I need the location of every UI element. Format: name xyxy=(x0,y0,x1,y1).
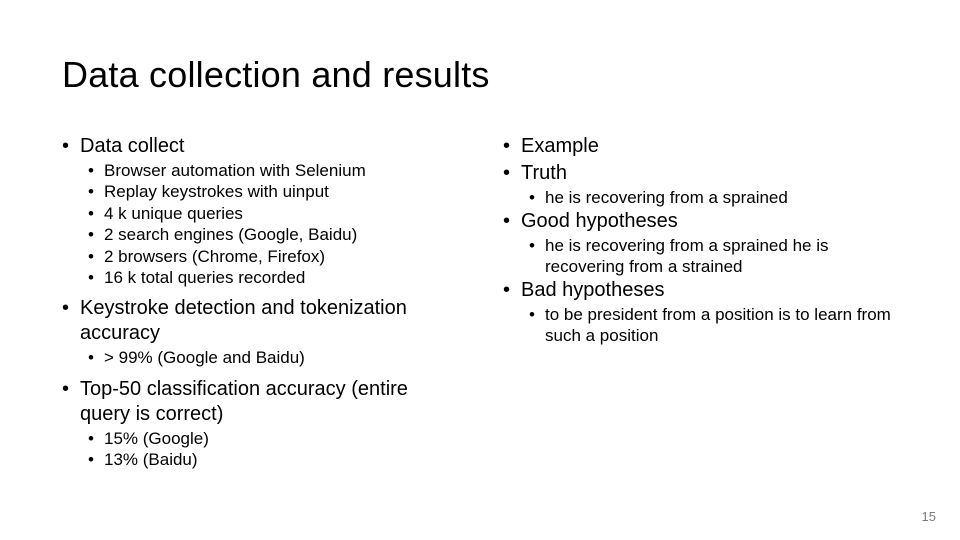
bullet-icon: • xyxy=(62,377,80,427)
list-item: •he is recovering from a sprained he is … xyxy=(529,236,898,277)
bullet-icon: • xyxy=(88,204,104,224)
heading-item: • Top-50 classification accuracy (entire… xyxy=(62,377,457,427)
bullet-icon: • xyxy=(88,450,104,470)
list-text: 2 search engines (Google, Baidu) xyxy=(104,225,457,245)
section-keystroke-accuracy: • Keystroke detection and tokenization a… xyxy=(62,296,457,368)
bullet-icon: • xyxy=(88,429,104,449)
bullet-icon: • xyxy=(88,348,104,368)
heading-item: • Data collect xyxy=(62,134,457,159)
list-text: 16 k total queries recorded xyxy=(104,268,457,288)
section-truth: • Truth •he is recovering from a spraine… xyxy=(503,161,898,208)
list-text: he is recovering from a sprained he is r… xyxy=(545,236,898,277)
right-column: • Example • Truth •he is recovering from… xyxy=(503,134,898,479)
heading-text: Bad hypotheses xyxy=(521,278,898,303)
list-text: 2 browsers (Chrome, Firefox) xyxy=(104,247,457,267)
bullet-icon: • xyxy=(88,268,104,288)
list-item: • > 99% (Google and Baidu) xyxy=(88,348,457,368)
section-bad-hypotheses: • Bad hypotheses •to be president from a… xyxy=(503,278,898,346)
heading-item: • Keystroke detection and tokenization a… xyxy=(62,296,457,346)
list-item: •4 k unique queries xyxy=(88,204,457,224)
list-item: •16 k total queries recorded xyxy=(88,268,457,288)
bullet-icon: • xyxy=(529,188,545,208)
section-data-collect: • Data collect •Browser automation with … xyxy=(62,134,457,288)
list-text: he is recovering from a sprained xyxy=(545,188,898,208)
bullet-icon: • xyxy=(503,161,521,186)
list-text: 13% (Baidu) xyxy=(104,450,457,470)
heading-text: Good hypotheses xyxy=(521,209,898,234)
page-number: 15 xyxy=(922,509,936,524)
list-text: 4 k unique queries xyxy=(104,204,457,224)
list-item: •13% (Baidu) xyxy=(88,450,457,470)
bullet-icon: • xyxy=(88,182,104,202)
heading-text: Data collect xyxy=(80,134,457,159)
heading-text: Truth xyxy=(521,161,898,186)
bullet-icon: • xyxy=(503,209,521,234)
bullet-icon: • xyxy=(62,296,80,346)
bullet-icon: • xyxy=(88,247,104,267)
left-column: • Data collect •Browser automation with … xyxy=(62,134,457,479)
list-text: > 99% (Google and Baidu) xyxy=(104,348,457,368)
bullet-icon: • xyxy=(503,278,521,303)
list-text: Browser automation with Selenium xyxy=(104,161,457,181)
list-item: •Replay keystrokes with uinput xyxy=(88,182,457,202)
list-item: •he is recovering from a sprained xyxy=(529,188,898,208)
heading-item: • Example xyxy=(503,134,898,159)
list-text: Replay keystrokes with uinput xyxy=(104,182,457,202)
list-item: •2 search engines (Google, Baidu) xyxy=(88,225,457,245)
list-text: 15% (Google) xyxy=(104,429,457,449)
section-top50-accuracy: • Top-50 classification accuracy (entire… xyxy=(62,377,457,471)
list-item: •15% (Google) xyxy=(88,429,457,449)
bullet-icon: • xyxy=(88,161,104,181)
list-item: •2 browsers (Chrome, Firefox) xyxy=(88,247,457,267)
section-example: • Example xyxy=(503,134,898,159)
bullet-icon: • xyxy=(529,236,545,277)
list-item: •to be president from a position is to l… xyxy=(529,305,898,346)
bullet-icon: • xyxy=(503,134,521,159)
list-text: to be president from a position is to le… xyxy=(545,305,898,346)
bullet-icon: • xyxy=(88,225,104,245)
heading-item: • Good hypotheses xyxy=(503,209,898,234)
heading-item: • Bad hypotheses xyxy=(503,278,898,303)
heading-text: Keystroke detection and tokenization acc… xyxy=(80,296,457,346)
heading-text: Example xyxy=(521,134,898,159)
heading-text: Top-50 classification accuracy (entire q… xyxy=(80,377,457,427)
heading-item: • Truth xyxy=(503,161,898,186)
bullet-icon: • xyxy=(529,305,545,346)
slide-title: Data collection and results xyxy=(62,54,898,96)
list-item: •Browser automation with Selenium xyxy=(88,161,457,181)
section-good-hypotheses: • Good hypotheses •he is recovering from… xyxy=(503,209,898,277)
bullet-icon: • xyxy=(62,134,80,159)
slide: Data collection and results • Data colle… xyxy=(0,0,960,540)
columns: • Data collect •Browser automation with … xyxy=(62,134,898,479)
